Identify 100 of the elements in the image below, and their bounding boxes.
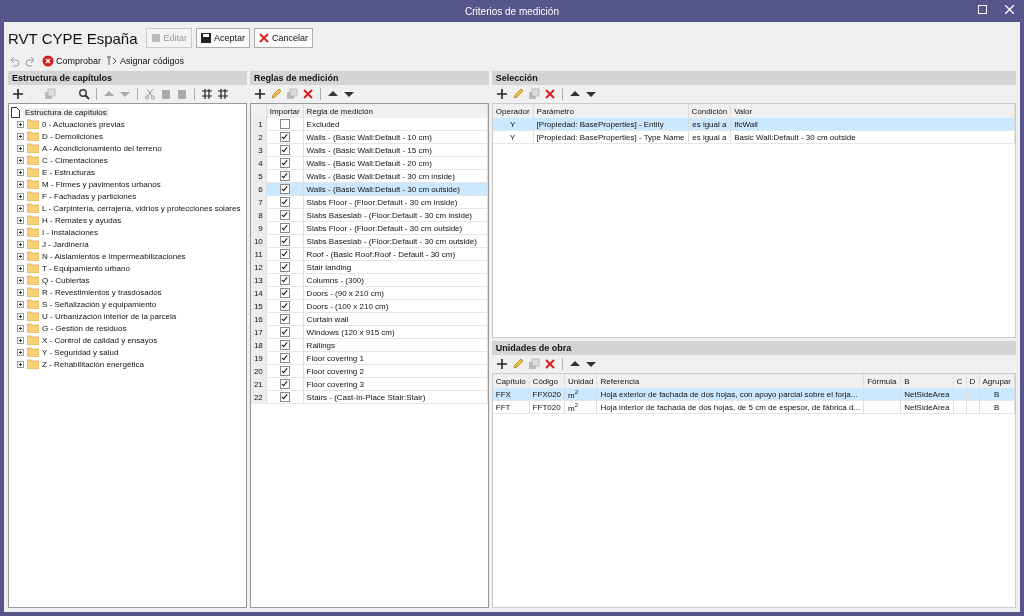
tree-item[interactable]: S - Señalización y equipamiento [42,299,157,309]
grid-icon[interactable] [201,88,213,100]
expand-icon[interactable] [17,288,24,296]
cancel-button[interactable]: Cancelar [254,28,314,48]
checkbox[interactable] [279,314,290,324]
column-header[interactable]: Parámetro [533,104,689,118]
table-cell[interactable]: Windows (120 x 915 cm) [303,325,488,339]
table-cell[interactable]: Excluded [303,118,488,131]
checkbox[interactable] [279,379,290,389]
table-cell[interactable]: Floor covering 2 [303,364,488,378]
tree-item[interactable]: I - Instalaciones [42,227,99,237]
column-header[interactable]: Fórmula [863,374,901,388]
tree-item[interactable]: Q - Cubiertas [42,275,90,285]
table-cell[interactable]: Doors - (100 x 210 cm) [303,299,488,313]
expand-icon[interactable] [17,216,24,224]
column-header[interactable]: Referencia [596,374,864,388]
checkbox[interactable] [279,275,290,285]
checkbox[interactable] [279,301,290,311]
checkbox[interactable] [279,223,290,233]
search-icon[interactable] [78,88,90,100]
checkbox[interactable] [279,327,290,337]
tree-item[interactable]: E - Estructuras [42,167,95,177]
tree-item[interactable]: Z - Rehabilitación energética [42,359,144,369]
column-header[interactable]: Importar [266,104,304,118]
tree-item[interactable]: J - Jardinería [42,239,89,249]
column-header[interactable]: B [900,374,953,388]
table-cell[interactable]: Floor covering 1 [303,351,488,365]
expand-icon[interactable] [17,168,24,176]
table-cell[interactable]: Walls - (Basic Wall:Default - 30 cm inside) [303,169,488,183]
table-cell[interactable]: Floor covering 3 [303,377,488,391]
tree-item[interactable]: D - Demoliciones [42,131,103,141]
expand-icon[interactable] [17,228,24,236]
expand-icon[interactable] [17,252,24,260]
checkbox[interactable] [279,132,290,142]
table-cell[interactable]: Walls - (Basic Wall:Default - 10 cm) [303,130,488,144]
checkbox[interactable] [279,119,290,129]
expand-icon[interactable] [17,204,24,212]
table-cell[interactable]: Slabs Floor - (Floor:Default - 30 cm inside) [303,195,488,209]
expand-icon[interactable] [17,324,24,332]
checkbox[interactable] [279,288,290,298]
checkbox[interactable] [279,353,290,363]
tree-item[interactable]: T - Equipamiento urbano [42,263,130,273]
assign-codes-link[interactable]: Asignar códigos [120,56,185,66]
column-header[interactable]: Valor [730,104,1015,118]
table-cell[interactable]: Walls - (Basic Wall:Default - 15 cm) [303,143,488,157]
add-icon[interactable] [12,88,24,100]
checkbox[interactable] [279,197,290,207]
column-header[interactable]: Regla de medición [303,104,488,118]
tree-root[interactable]: Estructura de capítulos [23,107,109,117]
column-header[interactable]: Operador [492,104,534,118]
tree-item[interactable]: G - Gestión de residuos [42,323,127,333]
table-cell[interactable]: Columns - (300) [303,273,488,287]
tree-item[interactable]: H - Remates y ayudas [42,215,122,225]
table-cell[interactable]: Slabs Baseslab - (Floor:Default - 30 cm outside) [303,234,488,248]
expand-icon[interactable] [17,240,24,248]
checkbox[interactable] [279,145,290,155]
delete-icon[interactable] [543,88,556,100]
column-header[interactable]: Unidad [564,374,597,388]
tree-item[interactable]: F - Fachadas y particiones [42,191,137,201]
delete-icon[interactable] [301,88,314,100]
grid-icon[interactable] [217,88,229,100]
expand-icon[interactable] [17,300,24,308]
delete-icon[interactable] [543,358,556,370]
column-header[interactable]: Condición [688,104,731,118]
checkbox[interactable] [279,366,290,376]
tree-item[interactable]: M - Firmes y pavimentos urbanos [42,179,161,189]
expand-icon[interactable] [17,180,24,188]
expand-icon[interactable] [17,192,24,200]
checkbox[interactable] [279,392,290,402]
tree-item[interactable]: Y - Seguridad y salud [42,347,119,357]
expand-icon[interactable] [17,276,24,284]
save-button[interactable]: Aceptar [196,28,251,48]
checkbox[interactable] [279,171,290,181]
tree-item[interactable]: N - Aislamientos e impermeabilizaciones [42,251,186,261]
table-cell[interactable]: Curtain wall [303,312,488,326]
checkbox[interactable] [279,262,290,272]
table-cell[interactable]: Railings [303,338,488,352]
tree-item[interactable]: A - Acondicionamiento del terreno [42,143,162,153]
expand-icon[interactable] [17,264,24,272]
tree-item[interactable]: C - Cimentaciones [42,155,108,165]
expand-icon[interactable] [17,120,24,128]
table-cell[interactable]: Slabs Baseslab - (Floor:Default - 30 cm inside) [303,208,488,222]
checkbox[interactable] [279,236,290,246]
tree-item[interactable]: L - Carpintería, cerrajería, vidrios y protecciones solares [42,203,241,213]
tree-item[interactable]: R - Revestimientos y trasdosados [42,287,162,297]
maximize-icon[interactable] [978,5,987,14]
table-cell[interactable]: Stairs - (Cast-In-Place Stair:Stair) [303,390,488,404]
table-cell[interactable]: Doors - (90 x 210 cm) [303,286,488,300]
table-cell[interactable]: Slabs Floor - (Floor:Default - 30 cm outside) [303,221,488,235]
checkbox[interactable] [279,158,290,168]
add-icon[interactable] [253,88,266,100]
table-cell[interactable]: Stair landing [303,260,488,274]
expand-icon[interactable] [17,336,24,344]
tree-item[interactable]: U - Urbanización interior de la parcela [42,311,177,321]
table-cell[interactable]: Walls - (Basic Wall:Default - 20 cm) [303,156,488,170]
expand-icon[interactable] [17,156,24,164]
expand-icon[interactable] [17,348,24,356]
add-icon[interactable] [495,88,508,100]
checkbox[interactable] [279,210,290,220]
check-link[interactable]: Comprobar [56,56,102,66]
